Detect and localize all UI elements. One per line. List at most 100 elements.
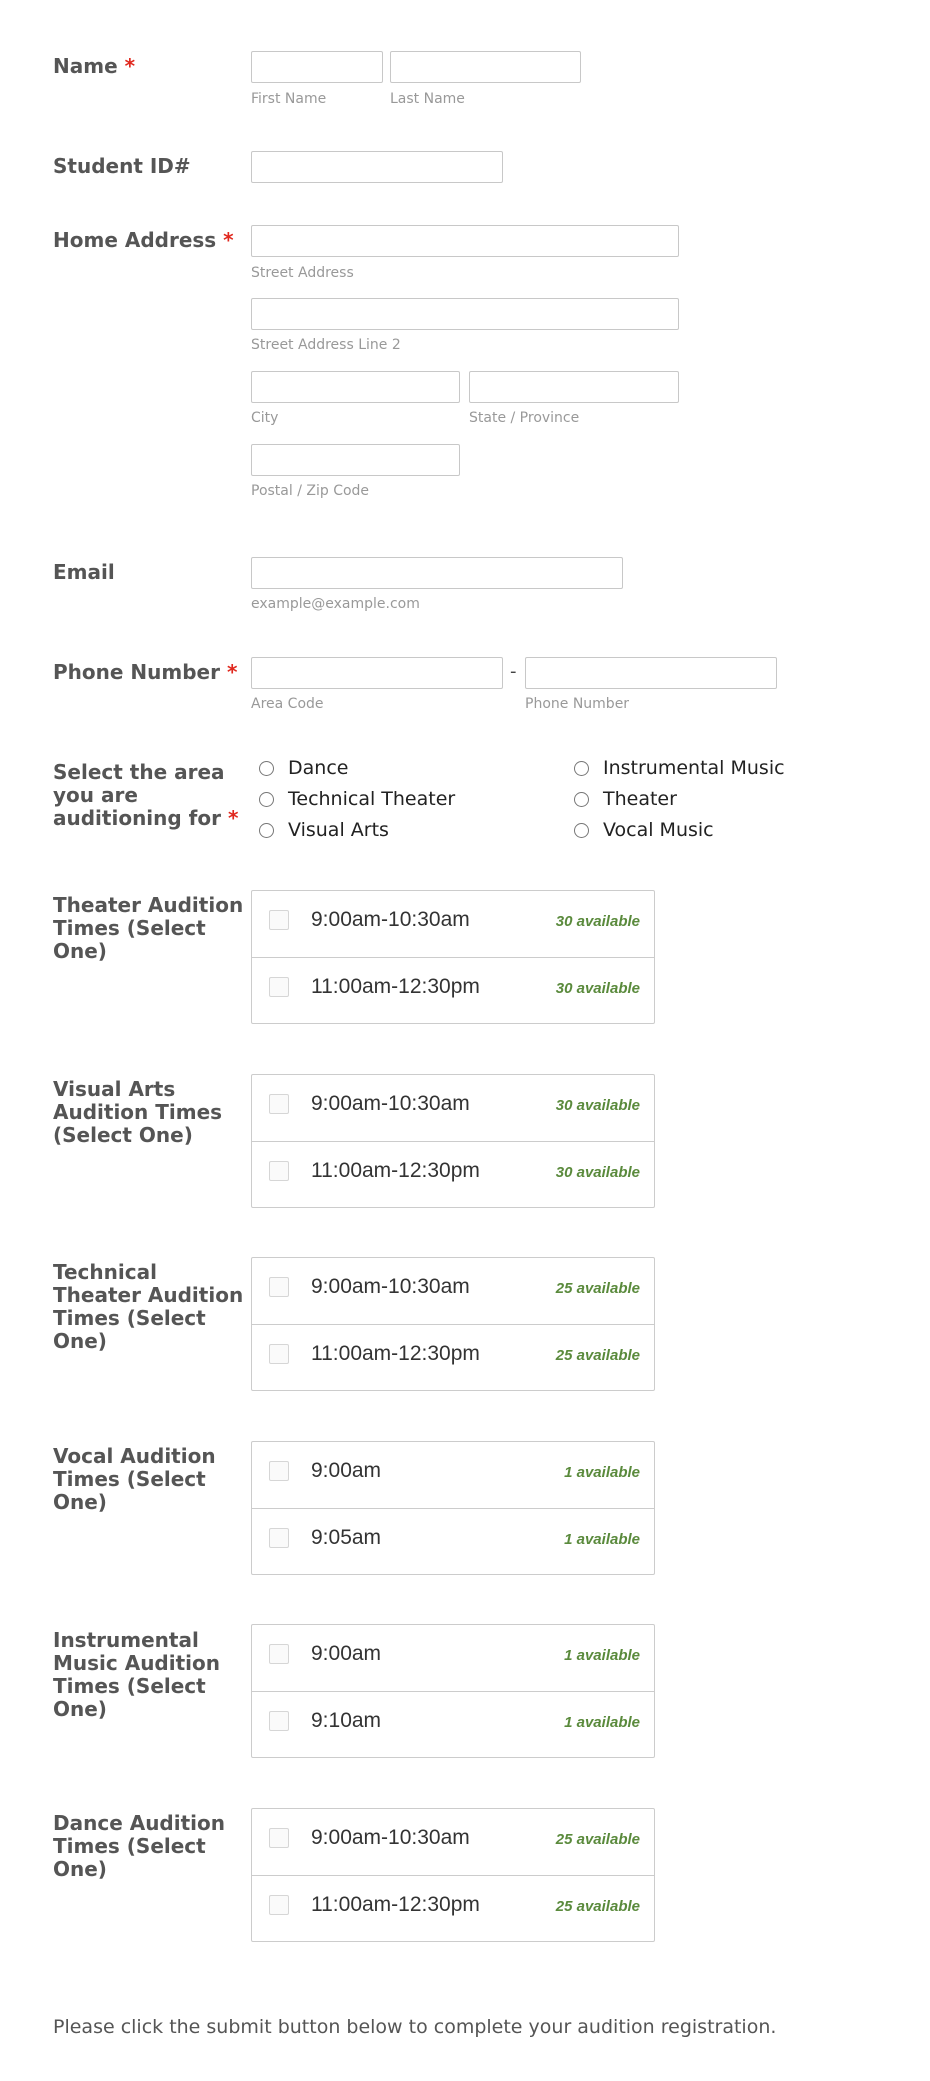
radio-circle-icon[interactable] — [259, 822, 274, 838]
state-input[interactable] — [469, 371, 679, 403]
state-sublabel: State / Province — [469, 410, 580, 426]
area-code-input[interactable] — [251, 657, 503, 689]
phone-number-input[interactable] — [525, 657, 777, 689]
checkbox-icon[interactable] — [269, 1277, 289, 1297]
instrumental-music-times-list: 9:00am 1 available 9:10am 1 available — [251, 1624, 655, 1758]
phone-label: Phone Number * — [53, 661, 248, 684]
checkbox-icon[interactable] — [269, 977, 289, 997]
slot-time: 11:00am-12:30pm — [311, 975, 480, 998]
last-name-input[interactable] — [390, 51, 581, 83]
radio-label: Theater — [603, 788, 677, 810]
audition-area-label-text: Select the area you are auditioning for — [53, 760, 225, 830]
dance-times-list: 9:00am-10:30am 25 available 11:00am-12:3… — [251, 1808, 655, 1942]
slot-time: 9:00am-10:30am — [311, 908, 470, 931]
time-slot[interactable]: 9:00am-10:30am 30 available — [252, 1075, 654, 1141]
zip-code-sublabel: Postal / Zip Code — [251, 483, 370, 499]
radio-circle-icon[interactable] — [574, 760, 589, 776]
checkbox-icon[interactable] — [269, 1828, 289, 1848]
home-address-label-text: Home Address — [53, 228, 217, 252]
technical-theater-times-list: 9:00am-10:30am 25 available 11:00am-12:3… — [251, 1257, 655, 1391]
audition-area-label: Select the area you are auditioning for … — [53, 761, 248, 830]
slot-availability: 1 available — [564, 1647, 640, 1664]
email-input[interactable] — [251, 557, 623, 589]
street-address-input[interactable] — [251, 225, 679, 257]
first-name-input[interactable] — [251, 51, 383, 83]
checkbox-icon[interactable] — [269, 1895, 289, 1915]
slot-availability: 25 available — [555, 1831, 640, 1848]
email-sublabel: example@example.com — [251, 596, 420, 612]
area-code-sublabel: Area Code — [251, 696, 324, 712]
time-slot[interactable]: 9:00am 1 available — [252, 1442, 654, 1508]
time-slot[interactable]: 11:00am-12:30pm 30 available — [252, 957, 654, 1024]
checkbox-icon[interactable] — [269, 1644, 289, 1664]
phone-label-text: Phone Number — [53, 660, 220, 684]
time-slot[interactable]: 11:00am-12:30pm 30 available — [252, 1141, 654, 1208]
slot-time: 9:05am — [311, 1526, 382, 1549]
slot-availability: 1 available — [564, 1714, 640, 1731]
slot-time: 11:00am-12:30pm — [311, 1893, 480, 1916]
time-slot[interactable]: 9:00am 1 available — [252, 1625, 654, 1691]
city-input[interactable] — [251, 371, 460, 403]
radio-option-theater[interactable]: Theater — [570, 786, 677, 812]
city-sublabel: City — [251, 410, 279, 426]
last-name-sublabel: Last Name — [390, 91, 465, 107]
slot-time: 9:00am-10:30am — [311, 1826, 470, 1849]
checkbox-icon[interactable] — [269, 1161, 289, 1181]
slot-availability: 25 available — [555, 1898, 640, 1915]
radio-option-instrumental-music[interactable]: Instrumental Music — [570, 755, 785, 781]
time-slot[interactable]: 11:00am-12:30pm 25 available — [252, 1875, 654, 1942]
radio-label: Instrumental Music — [603, 757, 785, 779]
name-label-text: Name — [53, 54, 118, 78]
technical-theater-times-label: Technical Theater Audition Times (Select… — [53, 1260, 244, 1353]
slot-time: 11:00am-12:30pm — [311, 1159, 480, 1182]
radio-circle-icon[interactable] — [259, 791, 274, 807]
slot-time: 9:00am — [311, 1459, 382, 1482]
time-slot[interactable]: 9:00am-10:30am 30 available — [252, 891, 654, 957]
vocal-times-label: Vocal Audition Times (Select One) — [53, 1444, 216, 1514]
radio-label: Technical Theater — [288, 788, 456, 810]
radio-option-dance[interactable]: Dance — [255, 755, 348, 781]
theater-times-list: 9:00am-10:30am 30 available 11:00am-12:3… — [251, 890, 655, 1024]
slot-availability: 1 available — [564, 1531, 640, 1548]
checkbox-icon[interactable] — [269, 1528, 289, 1548]
required-asterisk: * — [223, 228, 234, 252]
home-address-label: Home Address * — [53, 229, 248, 252]
street-address-line2-sublabel: Street Address Line 2 — [251, 337, 401, 353]
slot-availability: 1 available — [564, 1464, 640, 1481]
slot-availability: 30 available — [555, 1097, 640, 1114]
phone-number-sublabel: Phone Number — [525, 696, 630, 712]
radio-option-technical-theater[interactable]: Technical Theater — [255, 786, 455, 812]
street-address-line2-input[interactable] — [251, 298, 679, 330]
slot-time: 9:00am-10:30am — [311, 1092, 470, 1115]
time-slot[interactable]: 9:05am 1 available — [252, 1508, 654, 1575]
radio-circle-icon[interactable] — [574, 822, 589, 838]
radio-circle-icon[interactable] — [574, 791, 589, 807]
radio-option-vocal-music[interactable]: Vocal Music — [570, 817, 714, 843]
radio-option-visual-arts[interactable]: Visual Arts — [255, 817, 389, 843]
required-asterisk: * — [227, 806, 239, 830]
slot-availability: 25 available — [555, 1347, 640, 1364]
radio-label: Dance — [288, 757, 349, 779]
radio-label: Vocal Music — [603, 819, 714, 841]
dance-times-label: Dance Audition Times (Select One) — [53, 1811, 226, 1881]
radio-circle-icon[interactable] — [259, 760, 274, 776]
checkbox-icon[interactable] — [269, 1461, 289, 1481]
time-slot[interactable]: 9:00am-10:30am 25 available — [252, 1809, 654, 1875]
checkbox-icon[interactable] — [269, 1094, 289, 1114]
checkbox-icon[interactable] — [269, 1711, 289, 1731]
time-slot[interactable]: 9:00am-10:30am 25 available — [252, 1258, 654, 1324]
time-slot[interactable]: 9:10am 1 available — [252, 1691, 654, 1758]
slot-availability: 30 available — [555, 1164, 640, 1181]
slot-availability: 25 available — [555, 1280, 640, 1297]
student-id-input[interactable] — [251, 151, 503, 183]
radio-label: Visual Arts — [288, 819, 389, 841]
slot-time: 9:00am-10:30am — [311, 1275, 470, 1298]
visual-arts-times-list: 9:00am-10:30am 30 available 11:00am-12:3… — [251, 1074, 655, 1208]
visual-arts-times-label: Visual Arts Audition Times (Select One) — [53, 1077, 223, 1147]
checkbox-icon[interactable] — [269, 1344, 289, 1364]
email-label: Email — [53, 560, 115, 584]
checkbox-icon[interactable] — [269, 910, 289, 930]
zip-code-input[interactable] — [251, 444, 460, 476]
required-asterisk: * — [226, 660, 238, 684]
time-slot[interactable]: 11:00am-12:30pm 25 available — [252, 1324, 654, 1391]
